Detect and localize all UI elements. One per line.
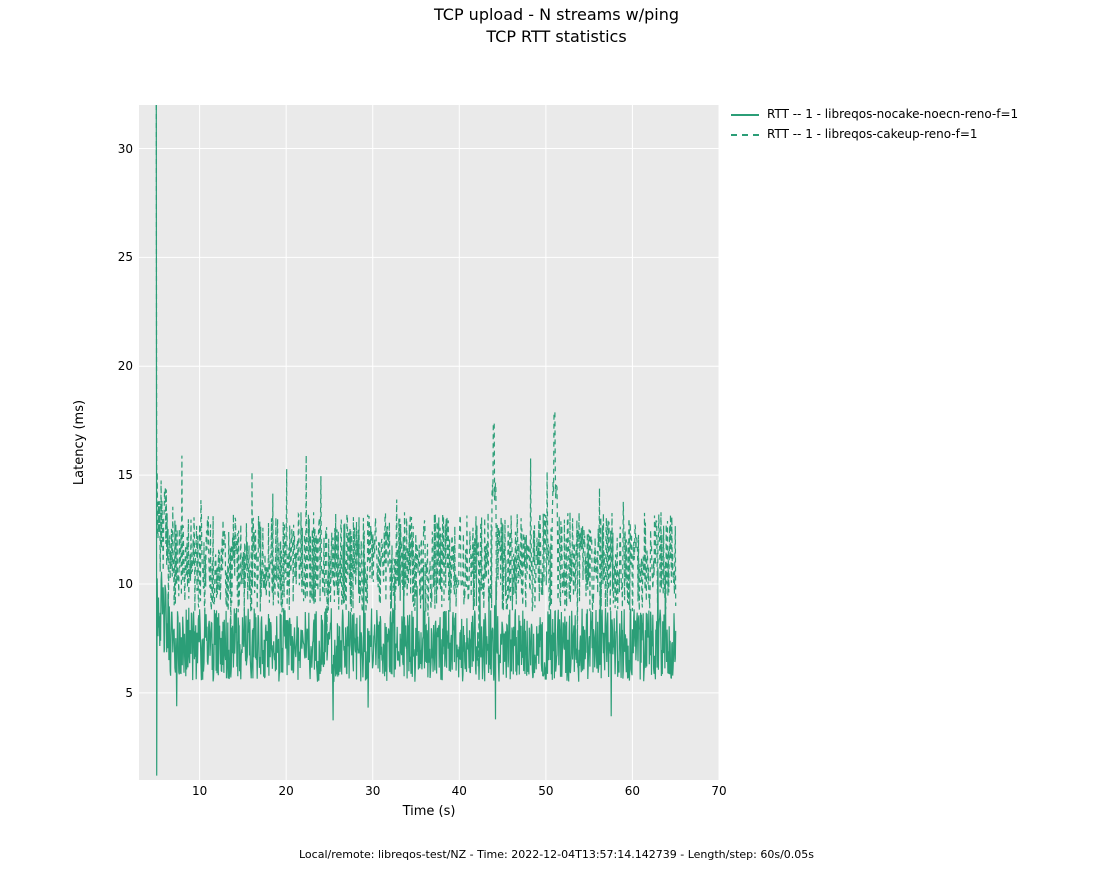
y-tick-label: 25 (93, 250, 133, 264)
line-series-nocake (156, 105, 675, 776)
figure: TCP upload - N streams w/ping TCP RTT st… (0, 0, 1113, 877)
chart-title-block: TCP upload - N streams w/ping TCP RTT st… (0, 4, 1113, 47)
legend-swatch-dashed-icon (731, 134, 759, 136)
legend-item: RTT -- 1 - libreqos-nocake-noecn-reno-f=… (731, 105, 1018, 125)
figure-footer: Local/remote: libreqos-test/NZ - Time: 2… (0, 848, 1113, 861)
x-tick-label: 20 (266, 784, 306, 798)
y-tick-label: 30 (93, 142, 133, 156)
legend-item: RTT -- 1 - libreqos-cakeup-reno-f=1 (731, 125, 1018, 145)
x-tick-label: 60 (612, 784, 652, 798)
plot-svg (139, 105, 719, 780)
x-tick-label: 30 (353, 784, 393, 798)
plot-area (139, 105, 719, 780)
chart-title: TCP upload - N streams w/ping (0, 4, 1113, 26)
x-tick-label: 40 (439, 784, 479, 798)
grid (139, 105, 719, 780)
y-tick-label: 10 (93, 577, 133, 591)
legend-label: RTT -- 1 - libreqos-cakeup-reno-f=1 (767, 124, 978, 146)
y-tick-label: 5 (93, 686, 133, 700)
chart-subtitle: TCP RTT statistics (0, 26, 1113, 48)
line-series-cakeup (156, 105, 675, 658)
x-tick-label: 70 (699, 784, 739, 798)
x-tick-label: 50 (526, 784, 566, 798)
y-axis-label: Latency (ms) (72, 105, 87, 780)
x-axis-label: Time (s) (139, 804, 719, 819)
y-tick-label: 20 (93, 359, 133, 373)
legend: RTT -- 1 - libreqos-nocake-noecn-reno-f=… (731, 105, 1018, 145)
x-tick-label: 10 (180, 784, 220, 798)
legend-label: RTT -- 1 - libreqos-nocake-noecn-reno-f=… (767, 104, 1018, 126)
y-tick-label: 15 (93, 468, 133, 482)
legend-swatch-solid-icon (731, 114, 759, 116)
